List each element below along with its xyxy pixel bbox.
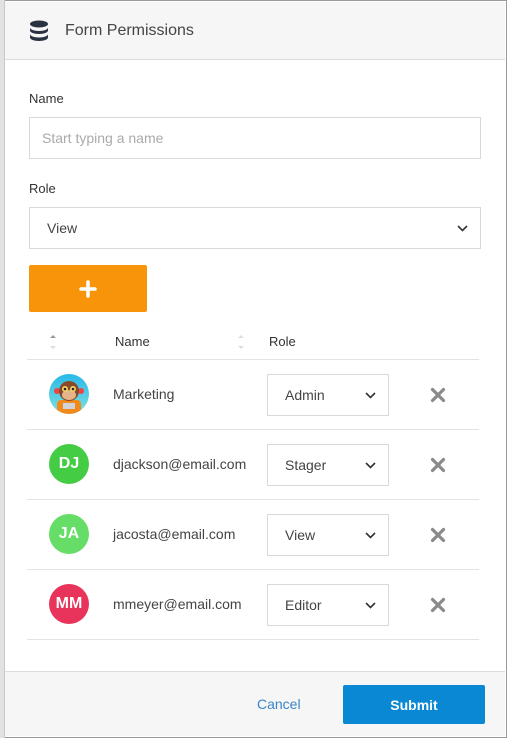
member-role-select[interactable]: Editor [267, 584, 389, 626]
form-permissions-dialog: Form Permissions Name Role View Name Rol… [5, 2, 505, 736]
name-label: Name [29, 91, 64, 106]
dialog-body: Name Role View Name Role [5, 91, 505, 640]
table-header: Name Role [27, 323, 479, 360]
remove-icon[interactable] [430, 457, 446, 473]
role-select[interactable]: View [29, 207, 481, 249]
cancel-button[interactable]: Cancel [257, 696, 301, 712]
submit-button[interactable]: Submit [343, 685, 485, 724]
member-role-value: Stager [285, 457, 327, 473]
monkey-astronaut-avatar-icon [54, 381, 84, 414]
role-label: Role [29, 181, 56, 196]
remove-icon[interactable] [430, 597, 446, 613]
member-role-value: View [285, 527, 316, 543]
avatar: DJ [49, 444, 89, 484]
dialog-footer: Cancel Submit [5, 671, 505, 736]
add-permission-button[interactable] [29, 265, 147, 312]
member-role-value: Admin [285, 387, 325, 403]
avatar: MM [49, 584, 89, 624]
table-row: JA jacosta@email.com View [27, 500, 479, 570]
member-name: mmeyer@email.com [113, 596, 242, 612]
permissions-table: Name Role Marketing Admin DJ djackson@em… [27, 323, 479, 640]
avatar: JA [49, 514, 89, 554]
chevron-down-icon [365, 531, 376, 539]
database-icon [30, 20, 48, 41]
member-role-select[interactable]: Admin [267, 374, 389, 416]
dialog-header: Form Permissions [5, 2, 505, 60]
avatar [49, 374, 89, 414]
column-header-name[interactable]: Name [115, 334, 150, 349]
role-select-value: View [47, 220, 78, 236]
chevron-down-icon [457, 224, 468, 232]
plus-icon [79, 279, 97, 298]
table-row: DJ djackson@email.com Stager [27, 430, 479, 500]
member-role-value: Editor [285, 597, 322, 613]
member-name: Marketing [113, 386, 175, 402]
member-name: djackson@email.com [113, 456, 247, 472]
remove-icon[interactable] [430, 387, 446, 403]
column-header-role: Role [269, 333, 296, 349]
sort-icon[interactable] [49, 332, 57, 352]
table-row: Marketing Admin [27, 360, 479, 430]
chevron-down-icon [365, 391, 376, 399]
chevron-down-icon [365, 601, 376, 609]
member-role-select[interactable]: Stager [267, 444, 389, 486]
chevron-down-icon [365, 461, 376, 469]
member-name: jacosta@email.com [113, 526, 236, 542]
member-role-select[interactable]: View [267, 514, 389, 556]
sort-icon[interactable] [237, 332, 245, 352]
dialog-title: Form Permissions [65, 21, 194, 39]
table-row: MM mmeyer@email.com Editor [27, 570, 479, 640]
remove-icon[interactable] [430, 527, 446, 543]
name-input[interactable] [29, 117, 481, 159]
